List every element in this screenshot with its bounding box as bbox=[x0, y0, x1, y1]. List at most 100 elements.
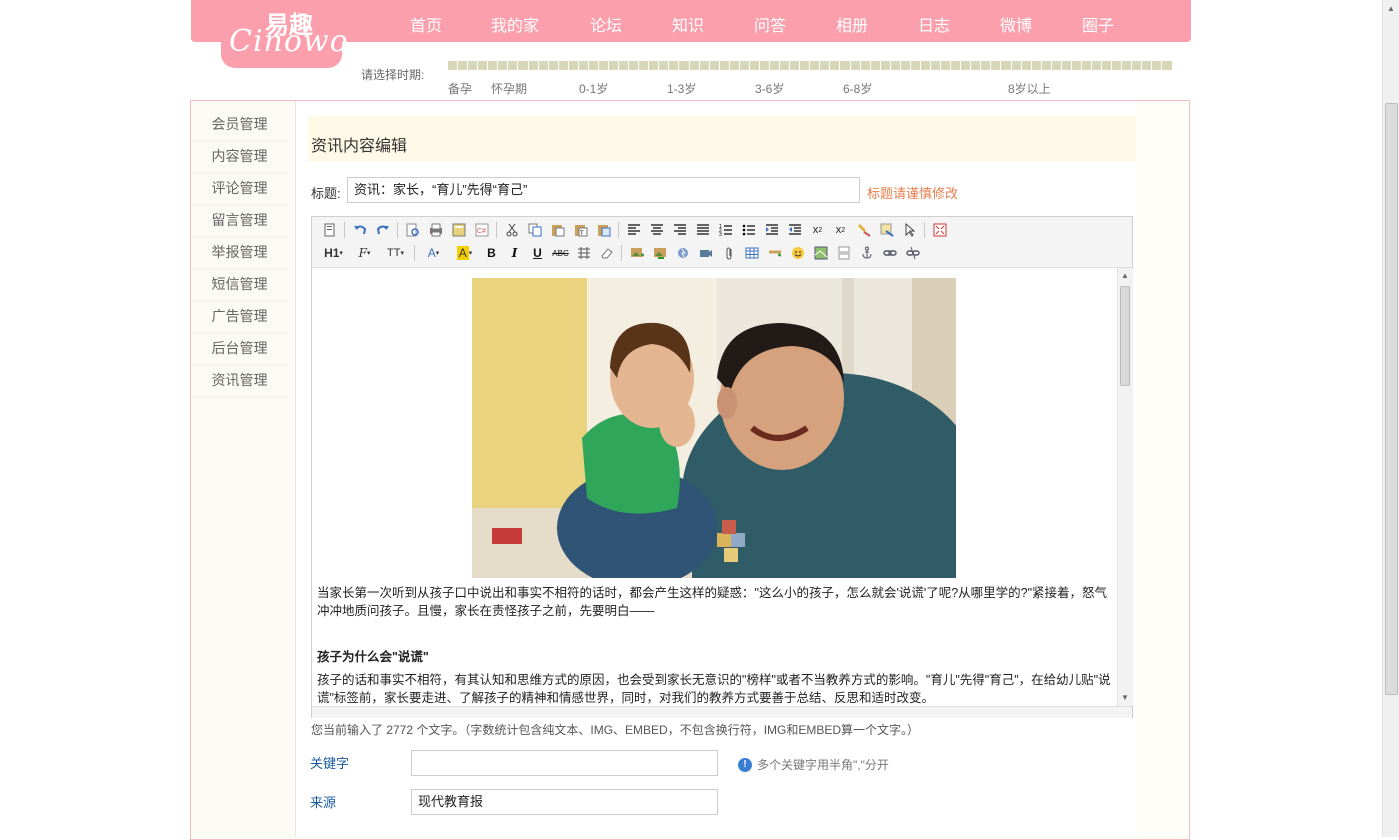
period-segment[interactable] bbox=[1152, 61, 1162, 70]
cut-icon[interactable] bbox=[503, 221, 521, 239]
format-brush-icon[interactable] bbox=[855, 221, 873, 239]
align-center-icon[interactable] bbox=[648, 221, 666, 239]
italic-icon[interactable]: I bbox=[506, 244, 524, 262]
period-segment[interactable] bbox=[1142, 61, 1152, 70]
page-scroll-up-icon[interactable]: ▲ bbox=[1387, 4, 1395, 13]
period-segment[interactable] bbox=[1021, 61, 1031, 70]
sidebar-item-content[interactable]: 内容管理 bbox=[191, 141, 288, 173]
scroll-down-icon[interactable]: ▼ bbox=[1121, 693, 1129, 702]
scroll-thumb[interactable] bbox=[1120, 286, 1130, 386]
stage-0-1[interactable]: 0-1岁 bbox=[579, 80, 608, 97]
heading-icon[interactable]: H1 ▾ bbox=[321, 244, 347, 262]
nav-diary[interactable]: 日志 bbox=[918, 12, 950, 36]
template-icon[interactable] bbox=[450, 221, 468, 239]
period-segment[interactable] bbox=[619, 61, 629, 70]
emoticon-icon[interactable] bbox=[789, 244, 807, 262]
period-segment[interactable] bbox=[629, 61, 639, 70]
ordered-list-icon[interactable]: 123 bbox=[717, 221, 735, 239]
align-left-icon[interactable] bbox=[625, 221, 643, 239]
subscript-icon[interactable]: x2 bbox=[809, 221, 827, 239]
period-segment[interactable] bbox=[669, 61, 679, 70]
underline-icon[interactable]: U bbox=[529, 244, 547, 262]
period-segment[interactable] bbox=[840, 61, 850, 70]
superscript-icon[interactable]: x2 bbox=[832, 221, 850, 239]
font-size-icon[interactable]: TT ▾ bbox=[383, 244, 409, 262]
print-icon[interactable] bbox=[427, 221, 445, 239]
period-segment[interactable] bbox=[1162, 61, 1172, 70]
code-icon[interactable]: C# bbox=[473, 221, 491, 239]
period-segment[interactable] bbox=[739, 61, 749, 70]
period-segment[interactable] bbox=[528, 61, 538, 70]
period-segment[interactable] bbox=[518, 61, 528, 70]
period-segment[interactable] bbox=[790, 61, 800, 70]
sidebar-item-sms[interactable]: 短信管理 bbox=[191, 269, 288, 301]
stage-6-8[interactable]: 6-8岁 bbox=[843, 80, 872, 97]
nav-forum[interactable]: 论坛 bbox=[590, 12, 622, 36]
scroll-up-icon[interactable]: ▲ bbox=[1121, 271, 1129, 280]
nav-knowledge[interactable]: 知识 bbox=[672, 12, 704, 36]
map-icon[interactable] bbox=[812, 244, 830, 262]
redo-icon[interactable] bbox=[374, 221, 392, 239]
paste-icon[interactable] bbox=[549, 221, 567, 239]
flash-icon[interactable] bbox=[674, 244, 692, 262]
period-segment[interactable] bbox=[699, 61, 709, 70]
link-icon[interactable] bbox=[881, 244, 899, 262]
period-segment[interactable] bbox=[931, 61, 941, 70]
page-break-icon[interactable] bbox=[835, 244, 853, 262]
site-logo[interactable]: 易趣 Cinowo bbox=[221, 0, 348, 68]
stage-pregnancy[interactable]: 怀孕期 bbox=[491, 80, 527, 97]
period-segment[interactable] bbox=[498, 61, 508, 70]
media-icon[interactable] bbox=[697, 244, 715, 262]
period-segment[interactable] bbox=[1122, 61, 1132, 70]
stage-8-plus[interactable]: 8岁以上 bbox=[1008, 80, 1051, 97]
period-segment[interactable] bbox=[749, 61, 759, 70]
source-icon[interactable] bbox=[321, 221, 339, 239]
period-segment[interactable] bbox=[609, 61, 619, 70]
period-segment[interactable] bbox=[578, 61, 588, 70]
period-segment[interactable] bbox=[759, 61, 769, 70]
page-scrollbar[interactable]: ▲ bbox=[1382, 0, 1399, 837]
period-segment[interactable] bbox=[679, 61, 689, 70]
sidebar-item-backend[interactable]: 后台管理 bbox=[191, 333, 288, 365]
period-segment[interactable] bbox=[1061, 61, 1071, 70]
align-right-icon[interactable] bbox=[671, 221, 689, 239]
period-segment[interactable] bbox=[1011, 61, 1021, 70]
editor-resize-bar[interactable] bbox=[312, 706, 1132, 718]
sidebar-item-ads[interactable]: 广告管理 bbox=[191, 301, 288, 333]
preview-icon[interactable] bbox=[404, 221, 422, 239]
editor-scrollbar[interactable]: ▲ ▼ bbox=[1117, 268, 1133, 706]
clear-format-icon[interactable] bbox=[878, 221, 896, 239]
stage-prepregnancy[interactable]: 备孕 bbox=[448, 80, 472, 97]
keyword-input[interactable] bbox=[411, 750, 718, 776]
period-segment[interactable] bbox=[880, 61, 890, 70]
paste-text-icon[interactable]: T bbox=[572, 221, 590, 239]
period-segment[interactable] bbox=[770, 61, 780, 70]
period-segment[interactable] bbox=[920, 61, 930, 70]
period-segment[interactable] bbox=[639, 61, 649, 70]
stage-1-3[interactable]: 1-3岁 bbox=[667, 80, 696, 97]
period-segment[interactable] bbox=[548, 61, 558, 70]
nav-album[interactable]: 相册 bbox=[836, 12, 868, 36]
period-segment[interactable] bbox=[558, 61, 568, 70]
select-all-icon[interactable] bbox=[901, 221, 919, 239]
period-segment[interactable] bbox=[588, 61, 598, 70]
period-segment[interactable] bbox=[568, 61, 578, 70]
period-segment[interactable] bbox=[830, 61, 840, 70]
paste-word-icon[interactable] bbox=[595, 221, 613, 239]
period-segment[interactable] bbox=[780, 61, 790, 70]
fullscreen-icon[interactable] bbox=[931, 221, 949, 239]
outdent-icon[interactable] bbox=[786, 221, 804, 239]
eraser-icon[interactable] bbox=[598, 244, 616, 262]
highlight-icon[interactable]: A ▾ bbox=[452, 244, 478, 262]
period-segment[interactable] bbox=[870, 61, 880, 70]
period-segment[interactable] bbox=[1041, 61, 1051, 70]
period-segment[interactable] bbox=[900, 61, 910, 70]
table-icon[interactable] bbox=[743, 244, 761, 262]
period-segment[interactable] bbox=[689, 61, 699, 70]
bold-icon[interactable]: B bbox=[483, 244, 501, 262]
period-segment[interactable] bbox=[598, 61, 608, 70]
copy-icon[interactable] bbox=[526, 221, 544, 239]
period-segment[interactable] bbox=[890, 61, 900, 70]
period-segment[interactable] bbox=[910, 61, 920, 70]
period-segment[interactable] bbox=[1031, 61, 1041, 70]
